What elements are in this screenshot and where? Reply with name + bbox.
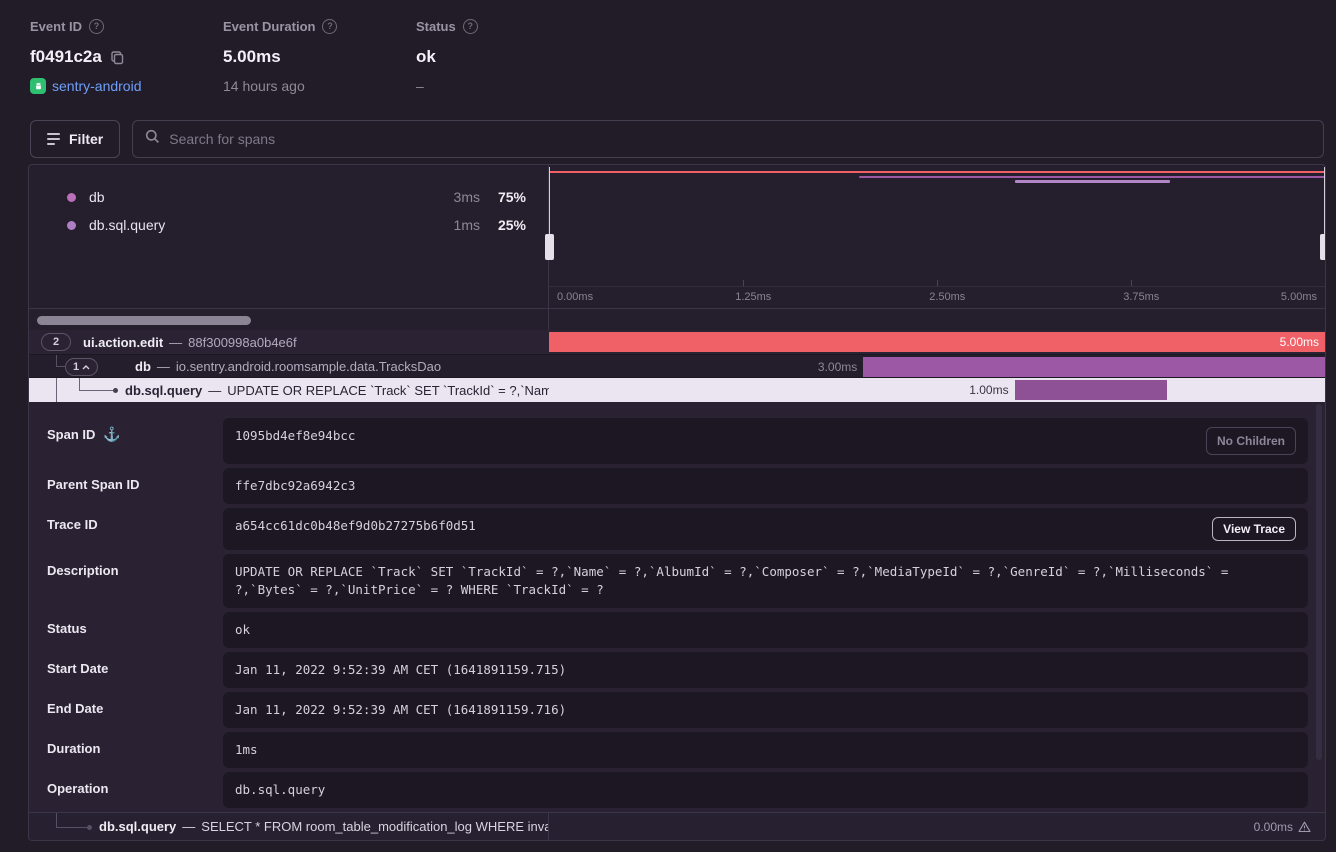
- operation-value: db.sql.query: [235, 781, 1296, 799]
- axis-tick-label: 2.50ms: [929, 291, 965, 303]
- minimap-section: db 3ms 75% db.sql.query 1ms 25% 0.00ms 1…: [29, 165, 1325, 308]
- minimap-span-line: [859, 176, 1325, 178]
- event-age: 14 hours ago: [223, 78, 305, 94]
- event-duration-label: Event Duration: [223, 19, 315, 34]
- span-op: db.sql.query: [125, 383, 202, 398]
- detail-row-parent-span-id: Parent Span ID ffe7dbc92a6942c3: [47, 468, 1308, 504]
- search-icon: [145, 129, 160, 149]
- axis-tick-label: 3.75ms: [1123, 291, 1159, 303]
- start-date-value: Jan 11, 2022 9:52:39 AM CET (1641891159.…: [235, 661, 1296, 679]
- span-id-value: 1095bd4ef8e94bcc: [235, 427, 1206, 445]
- span-duration-bar: [1015, 380, 1168, 400]
- span-op: ui.action.edit: [83, 335, 163, 350]
- detail-row-status: Status ok: [47, 612, 1308, 648]
- status-value: ok: [235, 621, 1296, 639]
- event-id-field: Event ID? f0491c2a sentry-android: [30, 16, 223, 95]
- status-field: Status? ok –: [416, 16, 609, 95]
- help-icon[interactable]: ?: [322, 19, 337, 34]
- span-duration-bar: [863, 357, 1325, 377]
- legend-dot-icon: [67, 221, 76, 230]
- detail-row-operation: Operation db.sql.query: [47, 772, 1308, 808]
- children-count-badge[interactable]: 1: [65, 358, 98, 376]
- detail-row-start-date: Start Date Jan 11, 2022 9:52:39 AM CET (…: [47, 652, 1308, 688]
- event-header: Event ID? f0491c2a sentry-android Event …: [30, 16, 609, 95]
- span-duration-bar: 5.00ms: [549, 332, 1325, 352]
- span-dot-icon: [87, 825, 92, 830]
- span-row-db-sql-query-select[interactable]: db.sql.query — SELECT * FROM room_table_…: [29, 812, 1325, 840]
- span-desc: UPDATE OR REPLACE `Track` SET `TrackId` …: [227, 383, 549, 398]
- search-input[interactable]: [169, 131, 1311, 147]
- span-desc: io.sentry.android.roomsample.data.Tracks…: [176, 359, 441, 374]
- span-viewer-panel: db 3ms 75% db.sql.query 1ms 25% 0.00ms 1…: [28, 164, 1326, 841]
- axis-tick-label: 0.00ms: [557, 291, 593, 303]
- tree-scrollbar-row: [29, 308, 1325, 330]
- detail-row-trace-id: Trace ID a654cc61dc0b48ef9d0b27275b6f0d5…: [47, 508, 1308, 550]
- legend-item: db.sql.query 1ms 25%: [29, 211, 548, 239]
- span-duration-label: 1.00ms: [969, 378, 1008, 402]
- detail-row-span-id: Span ID⚓ 1095bd4ef8e94bcc No Children: [47, 418, 1308, 464]
- span-op: db.sql.query: [99, 819, 176, 834]
- android-platform-icon: [30, 78, 46, 94]
- minimap-right-handle[interactable]: [1324, 167, 1325, 260]
- status-sub: –: [416, 78, 424, 94]
- chevron-up-icon: [82, 365, 90, 370]
- minimap-span-line: [549, 171, 1325, 173]
- filter-icon: [47, 133, 60, 145]
- span-row-db-sql-query-selected[interactable]: db.sql.query — UPDATE OR REPLACE `Track`…: [29, 378, 1325, 402]
- minimap-left-handle[interactable]: [549, 167, 550, 260]
- parent-span-id-value: ffe7dbc92a6942c3: [235, 477, 1296, 495]
- time-axis: 0.00ms 1.25ms 2.50ms 3.75ms 5.00ms: [549, 286, 1325, 308]
- copy-icon[interactable]: [110, 50, 125, 65]
- axis-tick-label: 1.25ms: [735, 291, 771, 303]
- minimap-span-line: [1015, 180, 1170, 183]
- filter-button[interactable]: Filter: [30, 120, 120, 158]
- project-link[interactable]: sentry-android: [52, 78, 142, 94]
- detail-row-end-date: End Date Jan 11, 2022 9:52:39 AM CET (16…: [47, 692, 1308, 728]
- span-details-panel: Span ID⚓ 1095bd4ef8e94bcc No Children Pa…: [29, 402, 1325, 812]
- span-duration-label: 3.00ms: [818, 355, 857, 377]
- span-dot-icon: [113, 388, 118, 393]
- operations-legend: db 3ms 75% db.sql.query 1ms 25%: [29, 165, 549, 308]
- help-icon[interactable]: ?: [463, 19, 478, 34]
- legend-dot-icon: [67, 193, 76, 202]
- status-value: ok: [416, 47, 436, 67]
- horizontal-scrollbar[interactable]: [37, 316, 251, 325]
- search-box[interactable]: [132, 120, 1324, 158]
- duration-value: 1ms: [235, 741, 1296, 759]
- detail-row-duration: Duration 1ms: [47, 732, 1308, 768]
- end-date-value: Jan 11, 2022 9:52:39 AM CET (1641891159.…: [235, 701, 1296, 719]
- drag-grip[interactable]: [545, 234, 554, 260]
- anchor-icon[interactable]: ⚓: [103, 427, 120, 442]
- legend-item: db 3ms 75%: [29, 183, 548, 211]
- event-duration-value: 5.00ms: [223, 47, 281, 67]
- description-value: UPDATE OR REPLACE `Track` SET `TrackId` …: [235, 563, 1296, 599]
- span-duration-label: 5.00ms: [1280, 332, 1319, 352]
- trace-minimap[interactable]: 0.00ms 1.25ms 2.50ms 3.75ms 5.00ms: [549, 165, 1325, 308]
- span-desc: 88f300998a0b4e6f: [188, 335, 296, 350]
- warning-triangle-icon: [1298, 821, 1311, 833]
- span-row-db[interactable]: 1 db — io.sentry.android.roomsample.data…: [29, 354, 1325, 378]
- event-id-label: Event ID: [30, 19, 82, 34]
- vertical-scrollbar[interactable]: [1316, 404, 1322, 760]
- event-id-value: f0491c2a: [30, 47, 102, 67]
- toolbar: Filter: [30, 120, 1324, 158]
- axis-tick-label: 5.00ms: [1281, 291, 1317, 303]
- status-label: Status: [416, 19, 456, 34]
- view-trace-button[interactable]: View Trace: [1212, 517, 1296, 541]
- event-duration-field: Event Duration? 5.00ms 14 hours ago: [223, 16, 416, 95]
- detail-row-description: Description UPDATE OR REPLACE `Track` SE…: [47, 554, 1308, 608]
- span-duration-label: 0.00ms: [1254, 820, 1293, 834]
- children-count-badge[interactable]: 2: [41, 333, 71, 351]
- help-icon[interactable]: ?: [89, 19, 104, 34]
- trace-id-value: a654cc61dc0b48ef9d0b27275b6f0d51: [235, 517, 1212, 535]
- drag-grip[interactable]: [1320, 234, 1326, 260]
- span-op: db: [135, 359, 151, 374]
- span-row-ui-action-edit[interactable]: 2 ui.action.edit — 88f300998a0b4e6f 5.00…: [29, 330, 1325, 354]
- span-desc: SELECT * FROM room_table_modification_lo…: [201, 819, 549, 834]
- no-children-badge: No Children: [1206, 427, 1296, 455]
